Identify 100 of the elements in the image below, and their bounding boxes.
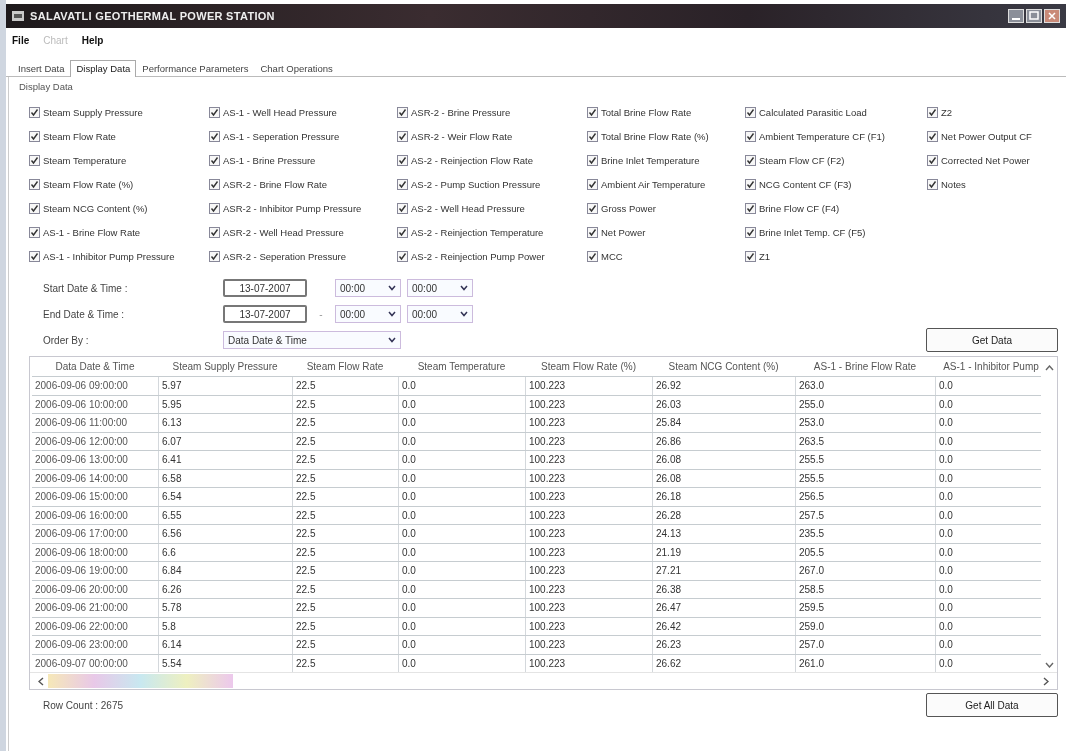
checkbox[interactable]	[209, 106, 220, 118]
checkbox[interactable]	[587, 202, 598, 214]
checkbox[interactable]	[209, 250, 220, 262]
checkbox[interactable]	[587, 130, 598, 142]
end-date-field[interactable]: 13-07-2007	[223, 305, 307, 323]
menu-item[interactable]: Help	[81, 34, 104, 46]
table-cell-text: 2006-09-06 19:00:00	[34, 564, 129, 578]
get-all-data-button[interactable]: Get All Data	[926, 693, 1058, 717]
checkbox[interactable]	[397, 106, 408, 118]
scroll-down-icon[interactable]	[1044, 662, 1054, 668]
table-cell: 22.5	[292, 488, 398, 506]
checkbox[interactable]	[927, 154, 938, 166]
checkbox[interactable]	[29, 106, 40, 118]
checkbox[interactable]	[397, 202, 408, 214]
table-cell: 22.5	[292, 451, 398, 469]
checkbox[interactable]	[29, 154, 40, 166]
checkbox[interactable]	[745, 178, 756, 190]
checkbox[interactable]	[397, 154, 408, 166]
checkbox[interactable]	[587, 178, 598, 190]
column-header[interactable]: Steam Flow Rate (%)	[525, 361, 652, 372]
column-header[interactable]: Data Date & Time	[32, 361, 158, 372]
checkbox[interactable]	[29, 202, 40, 214]
checkbox[interactable]	[745, 130, 756, 142]
checkbox[interactable]	[209, 154, 220, 166]
checkbox[interactable]	[587, 106, 598, 118]
table-cell: 22.5	[292, 543, 398, 561]
checkbox[interactable]	[745, 202, 756, 214]
checkbox[interactable]	[927, 178, 938, 190]
start-date-label: Start Date & Time :	[42, 282, 129, 294]
table-cell: 6.13	[158, 414, 292, 432]
checkbox-label: Steam Flow CF (F2)	[759, 154, 845, 166]
table-cell: 100.223	[525, 377, 652, 395]
tab[interactable]: Display Data	[70, 60, 137, 77]
checkbox[interactable]	[397, 226, 408, 238]
table-cell: 0.0	[398, 654, 525, 672]
scroll-right-icon[interactable]	[1043, 676, 1049, 686]
scroll-thumb[interactable]	[48, 674, 233, 688]
checkbox[interactable]	[209, 226, 220, 238]
tab[interactable]: Performance Parameters	[136, 60, 255, 76]
checkbox-label: ASR-2 - Seperation Pressure	[223, 250, 347, 262]
column-header[interactable]: Steam Flow Rate	[292, 361, 398, 372]
tab[interactable]: Chart Operations	[254, 60, 339, 76]
checkbox[interactable]	[397, 178, 408, 190]
table-cell: 0.0	[935, 414, 1041, 432]
checkbox[interactable]	[29, 226, 40, 238]
table-cell-text: 2006-09-06 20:00:00	[34, 582, 129, 597]
column-header[interactable]: Steam NCG Content (%)	[652, 361, 795, 372]
checkbox[interactable]	[927, 106, 938, 118]
table-cell: 22.5	[292, 432, 398, 450]
scroll-left-icon[interactable]	[38, 676, 44, 686]
checkbox[interactable]	[397, 130, 408, 142]
horizontal-scrollbar[interactable]	[30, 672, 1057, 689]
checkbox[interactable]	[209, 178, 220, 190]
checkbox[interactable]	[745, 226, 756, 238]
table-cell: 26.38	[652, 580, 795, 598]
checkbox[interactable]	[745, 154, 756, 166]
minimize-icon[interactable]	[1008, 9, 1024, 23]
table-cell: 22.5	[292, 599, 398, 617]
checkbox-label: Ambient Temperature CF (F1)	[759, 130, 885, 142]
table-cell: 22.5	[292, 654, 398, 672]
table-cell: 5.78	[158, 599, 292, 617]
checkbox[interactable]	[29, 250, 40, 262]
table-cell: 263.0	[795, 377, 935, 395]
table-cell-text: 2006-09-06 16:00:00	[34, 508, 129, 523]
table-cell-text: 2006-09-06 18:00:00	[34, 545, 129, 560]
column-header[interactable]: AS-1 - Brine Flow Rate	[795, 361, 935, 372]
checkbox[interactable]	[397, 250, 408, 262]
table-cell: 0.0	[935, 451, 1041, 469]
start-minute-dropdown[interactable]: 00:00	[407, 279, 473, 297]
checkbox[interactable]	[587, 154, 598, 166]
scroll-up-icon[interactable]	[1044, 365, 1054, 371]
checkbox[interactable]	[209, 202, 220, 214]
table-cell-text: 2006-09-06 12:00:00	[34, 434, 129, 449]
checkbox[interactable]	[587, 226, 598, 238]
checkbox[interactable]	[29, 178, 40, 190]
start-date-field[interactable]: 13-07-2007	[223, 279, 307, 297]
checkbox[interactable]	[29, 130, 40, 142]
close-icon[interactable]	[1044, 9, 1060, 23]
start-hour-dropdown[interactable]: 00:00	[335, 279, 401, 297]
table-cell: 22.5	[292, 562, 398, 580]
column-header[interactable]: AS-1 - Inhibitor Pump	[935, 361, 1041, 372]
table-cell-text: 2006-09-06 10:00:00	[34, 397, 129, 412]
checkbox-label: Brine Inlet Temperature	[601, 154, 700, 166]
end-minute-dropdown[interactable]: 00:00	[407, 305, 473, 323]
column-header[interactable]: Steam Temperature	[398, 361, 525, 372]
checkbox[interactable]	[745, 250, 756, 262]
table-cell: 27.21	[652, 562, 795, 580]
checkbox[interactable]	[927, 130, 938, 142]
table-cell: 26.08	[652, 451, 795, 469]
order-by-dropdown[interactable]: Data Date & Time	[223, 331, 401, 349]
menu-item[interactable]: File	[12, 34, 30, 46]
column-header[interactable]: Steam Supply Pressure	[158, 361, 292, 372]
end-hour-dropdown[interactable]: 00:00	[335, 305, 401, 323]
table-cell: 0.0	[398, 377, 525, 395]
get-data-button[interactable]: Get Data	[926, 328, 1058, 352]
checkbox[interactable]	[587, 250, 598, 262]
tab[interactable]: Insert Data	[12, 60, 71, 76]
table-cell: 267.0	[795, 562, 935, 580]
checkbox[interactable]	[209, 130, 220, 142]
checkbox[interactable]	[745, 106, 756, 118]
